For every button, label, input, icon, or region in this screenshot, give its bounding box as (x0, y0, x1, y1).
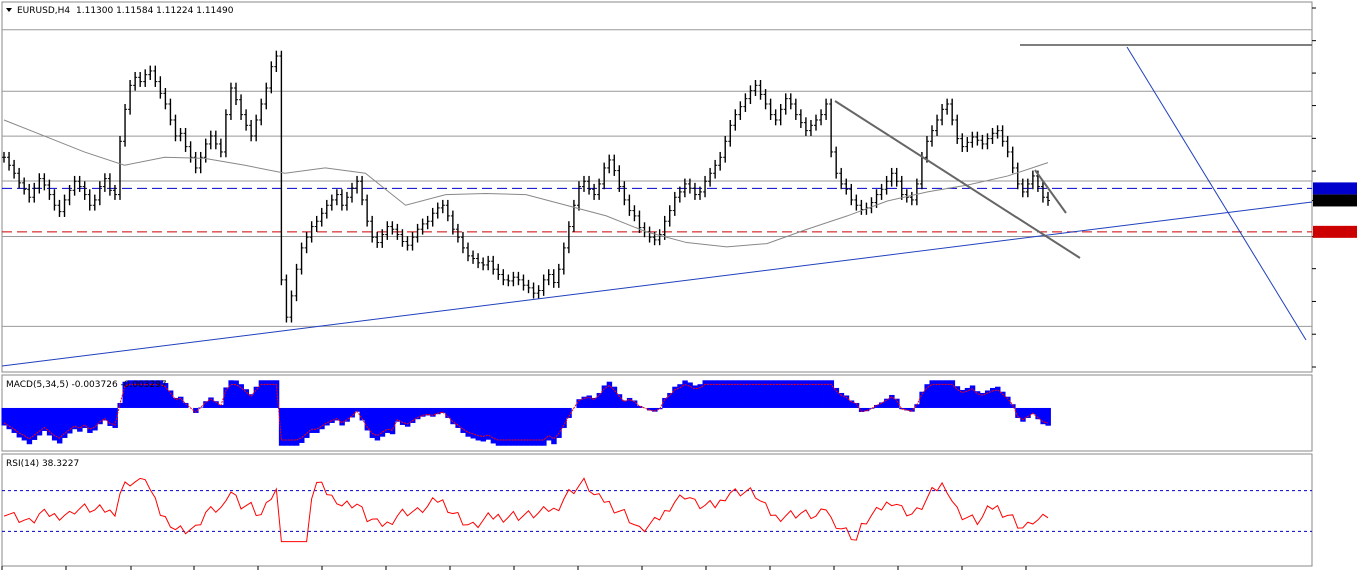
macd-bar (344, 407, 350, 422)
rsi-title: RSI(14) 38.3227 (6, 459, 79, 469)
macd-bar (1040, 407, 1046, 425)
macd-bar (198, 407, 204, 408)
macd-bar (253, 386, 260, 408)
macd-bar (879, 402, 885, 408)
macd-bar (889, 394, 895, 408)
price-badges (1313, 182, 1357, 238)
macd-panel[interactable] (1, 374, 1313, 452)
chart-window[interactable]: EURUSD,H4 1.11300 1.11584 1.11224 1.1149… (0, 0, 1358, 584)
macd-bar (591, 397, 598, 408)
macd-bar (460, 407, 466, 433)
macd-bar (490, 407, 497, 444)
macd-bar (243, 389, 250, 408)
macd-bar (329, 407, 335, 423)
macd-bar (868, 407, 875, 409)
macd-bar (82, 407, 88, 428)
rsi-panel[interactable] (1, 453, 1313, 567)
macd-bar (319, 407, 325, 430)
macd-bar (450, 407, 456, 425)
macd-bar (884, 398, 890, 408)
macd-bar (1045, 407, 1051, 426)
macd-bar (324, 407, 330, 426)
macd-bar (349, 407, 355, 418)
macd-bar (687, 382, 693, 408)
macd-bar (621, 400, 628, 408)
price-panel[interactable] (1, 1, 1313, 373)
macd-bar (77, 407, 83, 432)
macd-bar (92, 407, 98, 431)
macd-bar (465, 407, 471, 437)
macd-bar (339, 407, 345, 426)
time-x-axis (1, 566, 1027, 570)
macd-bar (924, 384, 930, 408)
macd-bar (954, 386, 961, 408)
macd-bar (379, 407, 386, 437)
price-badge (1313, 194, 1357, 207)
macd-bar (626, 397, 633, 408)
macd-bar (299, 407, 305, 443)
macd-bar (667, 392, 673, 408)
macd-bar (72, 407, 78, 430)
macd-title: MACD(5,34,5) -0.003726 -0.003297 (6, 380, 167, 390)
macd-bar (62, 407, 68, 438)
price-badge (1313, 225, 1357, 238)
macd-bar (455, 407, 461, 428)
macd-bar (238, 384, 244, 408)
symbol-timeframe: EURUSD,H4 (17, 6, 70, 16)
macd-bar (611, 386, 618, 408)
macd-bar (964, 387, 971, 408)
macd-bar (596, 392, 603, 408)
macd-bar (87, 407, 93, 433)
macd-bar (974, 391, 981, 408)
ohlc-readout: 1.11300 1.11584 1.11224 1.11490 (76, 6, 234, 16)
price-badge (1313, 182, 1357, 195)
macd-bar (561, 407, 567, 428)
macd-bar (959, 389, 966, 408)
macd-bar (374, 407, 381, 441)
macd-bar (67, 407, 73, 434)
